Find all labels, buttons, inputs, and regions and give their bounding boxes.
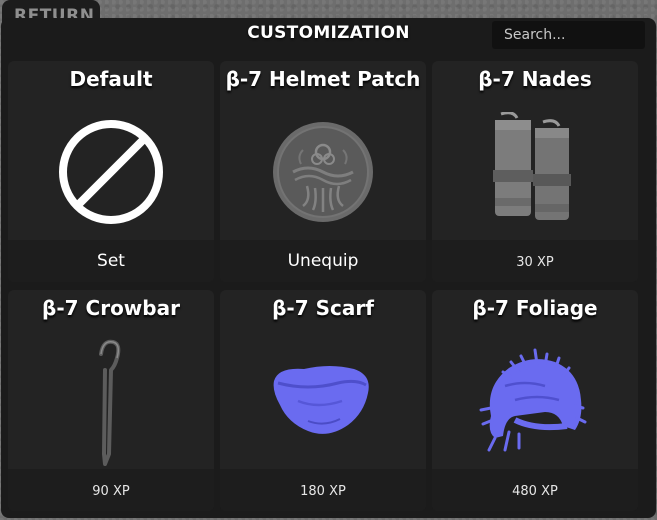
search-input[interactable] — [492, 21, 645, 49]
scarf-icon — [273, 366, 369, 434]
item-preview — [220, 101, 426, 243]
item-title: β-7 Helmet Patch — [225, 67, 421, 91]
biohazard-patch-icon — [273, 122, 373, 222]
item-preview — [432, 330, 638, 472]
item-card-helmet-patch[interactable]: β-7 Helmet Patch Unequip — [220, 61, 426, 282]
item-footer: 30 XP — [432, 240, 638, 282]
item-preview — [8, 330, 214, 472]
none-prohibited-icon — [59, 120, 163, 224]
customization-panel: CUSTOMIZATION Default Set β-7 Helmet Pat… — [1, 18, 656, 518]
item-title: β-7 Nades — [478, 67, 592, 91]
item-footer: 180 XP — [220, 469, 426, 511]
item-footer: 90 XP — [8, 469, 214, 511]
item-title: Default — [69, 67, 153, 91]
foliage-helmet-icon — [479, 348, 587, 452]
header: CUSTOMIZATION — [1, 18, 656, 54]
item-footer: Set — [8, 240, 214, 282]
item-title: β-7 Crowbar — [42, 296, 180, 320]
item-title: β-7 Scarf — [272, 296, 374, 320]
item-card-default[interactable]: Default Set — [8, 61, 214, 282]
crowbar-icon — [99, 339, 121, 466]
item-title: β-7 Foliage — [472, 296, 598, 320]
item-preview — [8, 101, 214, 243]
item-card-nades[interactable]: β-7 Nades 30 XP — [432, 61, 638, 282]
item-card-foliage[interactable]: β-7 Foliage 480 XP — [432, 290, 638, 511]
item-footer: 480 XP — [432, 469, 638, 511]
xp-cost: 30 XP — [516, 255, 554, 270]
item-card-scarf[interactable]: β-7 Scarf 180 XP — [220, 290, 426, 511]
xp-cost: 480 XP — [512, 484, 558, 499]
xp-cost: 180 XP — [300, 484, 346, 499]
item-preview — [220, 330, 426, 472]
item-card-crowbar[interactable]: β-7 Crowbar 90 XP — [8, 290, 214, 511]
xp-cost: 90 XP — [92, 484, 130, 499]
unequip-button[interactable]: Unequip — [288, 251, 359, 271]
item-footer: Unequip — [220, 240, 426, 282]
set-button[interactable]: Set — [97, 251, 125, 271]
item-preview — [432, 101, 638, 243]
grenades-icon — [493, 112, 571, 220]
